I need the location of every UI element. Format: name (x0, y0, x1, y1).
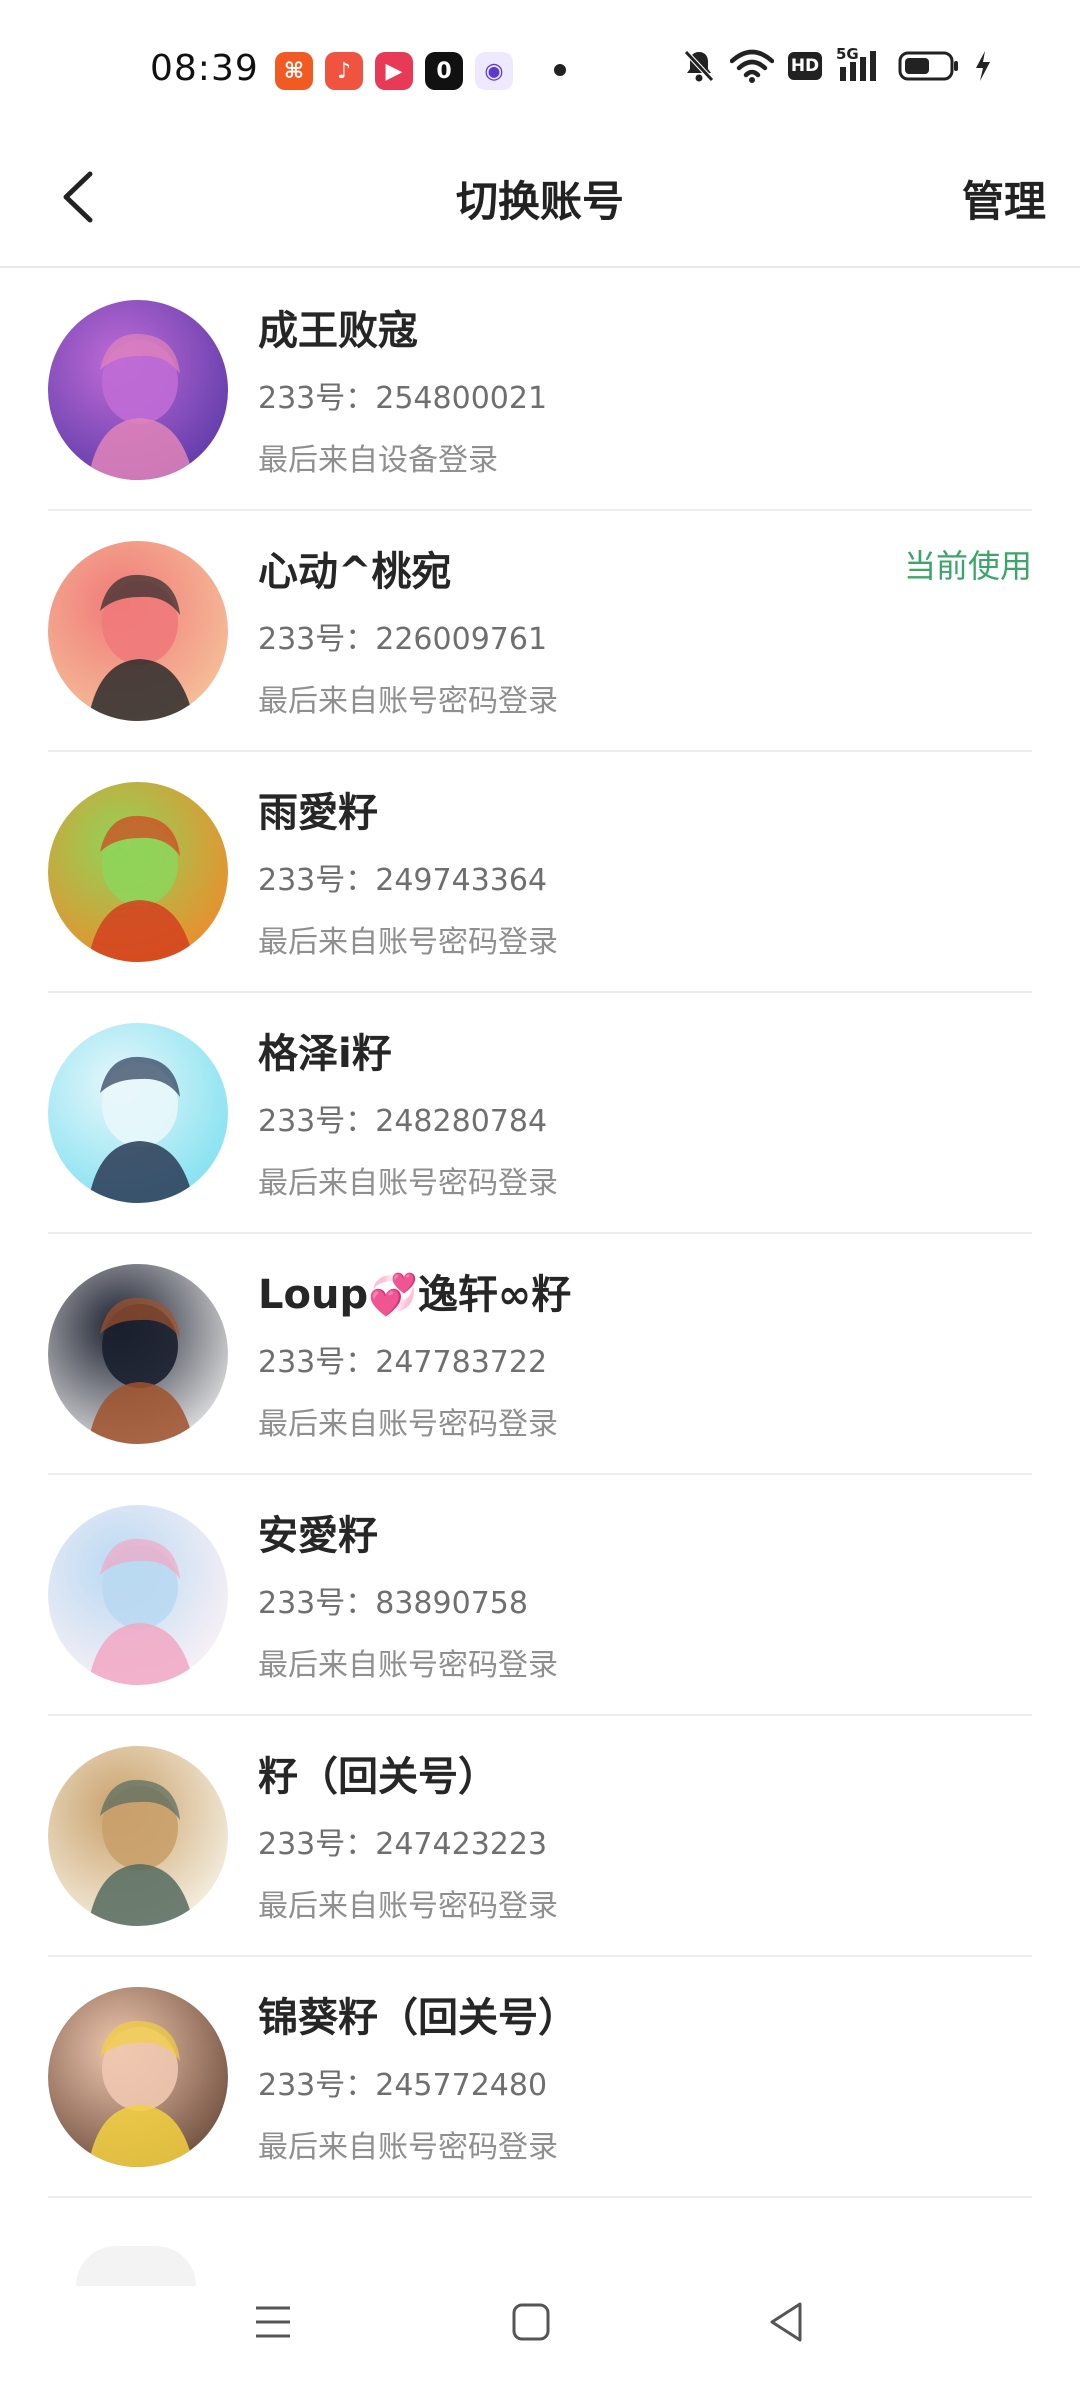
video-app-icon: ▶ (375, 52, 413, 90)
last-login-source: 最后来自账号密码登录 (258, 1889, 558, 1924)
back-triangle-icon[interactable] (766, 2300, 806, 2344)
battery-icon (898, 51, 958, 81)
page-title: 切换账号 (455, 177, 624, 226)
music-app-icon: ♪ (325, 52, 363, 90)
account-name: 心动^桃宛 (258, 549, 452, 595)
account-row[interactable]: 心动^桃宛 233号：226009761 最后来自账号密码登录 当前使用 (48, 511, 1032, 752)
status-right-icons: HD 5G (682, 45, 992, 84)
status-time: 08:39 (150, 48, 259, 89)
account-row[interactable]: 雨愛籽 233号：249743364 最后来自账号密码登录 (48, 752, 1032, 993)
account-id: 233号：226009761 (258, 622, 548, 657)
last-login-source: 最后来自账号密码登录 (258, 684, 558, 719)
account-list: 成王败寇 233号：254800021 最后来自设备登录心动^桃宛 233号：2260… (0, 270, 1080, 2198)
account-id: 233号：249743364 (258, 863, 548, 898)
account-name: 成王败寇 (258, 308, 418, 354)
account-name: 格泽i籽 (258, 1031, 392, 1077)
account-id: 233号：247783722 (258, 1345, 548, 1380)
last-login-source: 最后来自设备登录 (258, 443, 498, 478)
account-row[interactable]: 安愛籽 233号：83890758 最后来自账号密码登录 (48, 1475, 1032, 1716)
wifi-icon (730, 49, 774, 83)
account-row[interactable]: Loup💞逸轩∞籽 233号：247783722 最后来自账号密码登录 (48, 1234, 1032, 1475)
avatar (48, 782, 228, 962)
orange-app-icon: ⌘ (275, 52, 313, 90)
purple-app-icon: ◉ (475, 52, 513, 90)
notification-app-icons: ⌘ ♪ ▶ 0 ◉ (275, 52, 513, 90)
avatar (48, 1023, 228, 1203)
hd-icon: HD (788, 52, 822, 80)
account-name: 安愛籽 (258, 1513, 378, 1559)
muted-bell-icon (684, 50, 714, 82)
charging-icon (976, 51, 990, 81)
more-notifications-dot (554, 64, 566, 76)
avatar (48, 1505, 228, 1685)
5g-signal-icon: 5G (836, 45, 884, 83)
account-id: 233号：83890758 (258, 1586, 528, 1621)
manage-button[interactable]: 管理 (962, 168, 1046, 229)
account-name: Loup💞逸轩∞籽 (258, 1272, 572, 1318)
account-row[interactable]: 成王败寇 233号：254800021 最后来自设备登录 (48, 270, 1032, 511)
avatar (48, 300, 228, 480)
account-id: 233号：247423223 (258, 1827, 548, 1862)
last-login-source: 最后来自账号密码登录 (258, 1648, 558, 1683)
account-name: 籽（回关号） (258, 1754, 498, 1800)
system-navigation-bar (0, 2250, 1080, 2400)
avatar (48, 1746, 228, 1926)
last-login-source: 最后来自账号密码登录 (258, 1407, 558, 1442)
top-nav-bar: 切换账号 管理 (0, 130, 1080, 268)
account-name: 锦葵籽（回关号） (258, 1995, 578, 2041)
avatar (48, 1987, 228, 2167)
avatar (48, 1264, 228, 1444)
account-row[interactable]: 格泽i籽 233号：248280784 最后来自账号密码登录 (48, 993, 1032, 1234)
last-login-source: 最后来自账号密码登录 (258, 1166, 558, 1201)
last-login-source: 最后来自账号密码登录 (258, 2130, 558, 2165)
menu-icon[interactable] (252, 2302, 294, 2342)
account-name: 雨愛籽 (258, 790, 378, 836)
avatar (48, 541, 228, 721)
account-row[interactable]: 籽（回关号） 233号：247423223 最后来自账号密码登录 (48, 1716, 1032, 1957)
last-login-source: 最后来自账号密码登录 (258, 925, 558, 960)
status-bar: 08:39 ⌘ ♪ ▶ 0 ◉ HD 5G (0, 0, 1080, 130)
black-app-icon: 0 (425, 52, 463, 90)
home-icon[interactable] (511, 2302, 551, 2342)
account-id: 233号：248280784 (258, 1104, 548, 1139)
current-account-badge: 当前使用 (903, 547, 1032, 585)
account-id: 233号：245772480 (258, 2068, 548, 2103)
account-id: 233号：254800021 (258, 381, 548, 416)
account-row[interactable]: 锦葵籽（回关号） 233号：245772480 最后来自账号密码登录 (48, 1957, 1032, 2198)
